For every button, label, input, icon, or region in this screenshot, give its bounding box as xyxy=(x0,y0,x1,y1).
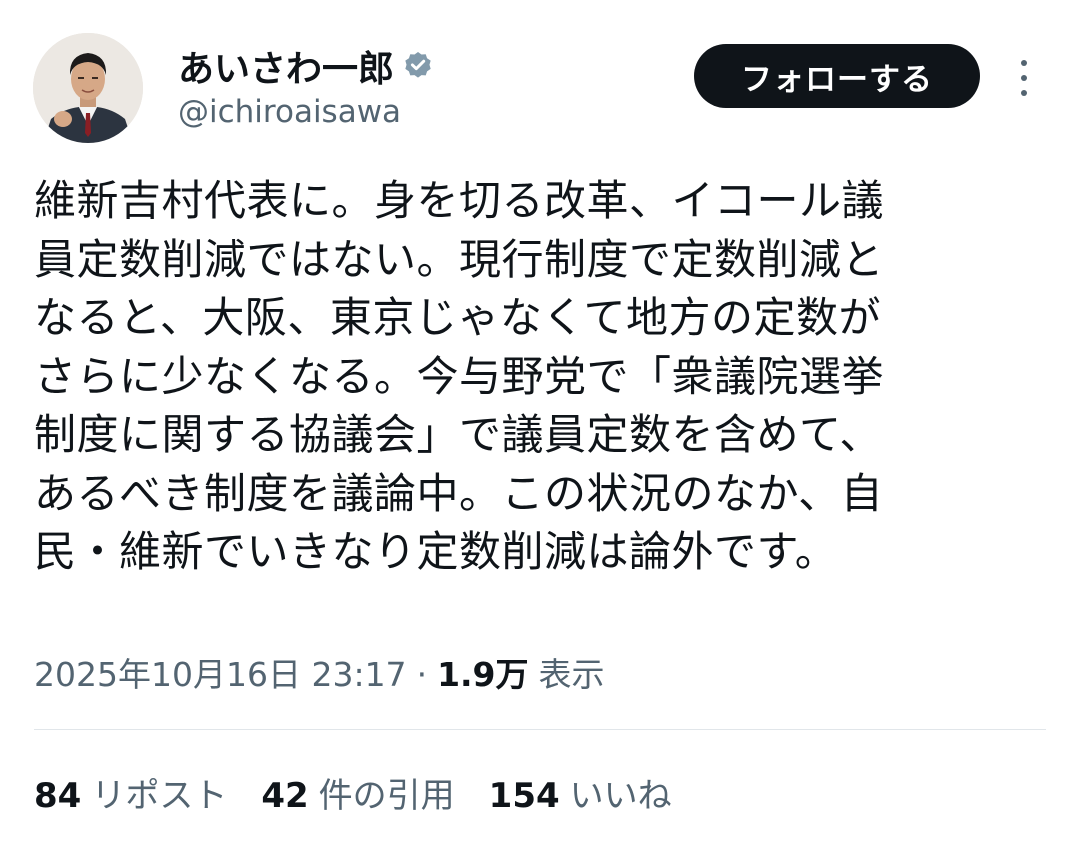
likes-stat[interactable]: 154 いいね xyxy=(489,768,672,817)
tweet-text-line: 維新吉村代表に。身を切る改革、イコール議 xyxy=(34,176,885,225)
tweet-text-line: あるべき制度を議論中。この状況のなか、自 xyxy=(34,468,884,518)
tweet-timestamp[interactable]: 2025年10月16日 23:17 xyxy=(34,648,407,696)
tweet-meta: 2025年10月16日 23:17 · 1.9万 表示 xyxy=(34,648,605,696)
follow-button[interactable]: フォローする xyxy=(694,44,980,108)
reposts-stat[interactable]: 84 リポスト xyxy=(34,768,227,817)
tweet-text-line: 民・維新でいきなり定数削減は論外です。 xyxy=(34,527,838,576)
verified-badge-icon xyxy=(402,50,434,82)
quotes-label: 件の引用 xyxy=(318,776,455,816)
reposts-label: リポスト xyxy=(91,776,228,816)
engagement-stats: 84 リポスト 42 件の引用 154 いいね xyxy=(34,768,706,817)
more-options-icon[interactable] xyxy=(1012,60,1036,96)
meta-separator: · xyxy=(416,655,428,694)
tweet-text-line: 員定数削減ではない。現行制度で定数削減と xyxy=(34,234,885,284)
tweet-text-line: なると、大阪、東京じゃなくて地方の定数が xyxy=(34,293,882,342)
views-label: 表示 xyxy=(538,655,605,694)
quotes-count: 42 xyxy=(261,776,309,816)
tweet-text-line: さらに少なくなる。今与野党で「衆議院選挙 xyxy=(34,351,885,401)
likes-count: 154 xyxy=(488,776,560,816)
avatar[interactable] xyxy=(33,33,143,143)
avatar-portrait xyxy=(33,33,143,143)
divider xyxy=(34,729,1046,730)
tweet-text: 維新吉村代表に。身を切る改革、イコール議 員定数削減ではない。現行制度で定数削減… xyxy=(34,172,1044,582)
views-count: 1.9万 xyxy=(437,655,529,694)
author-name[interactable]: あいさわ一郎 xyxy=(178,40,394,92)
reposts-count: 84 xyxy=(34,776,82,816)
tweet-text-line: 制度に関する協議会」で議員定数を含めて、 xyxy=(34,410,882,459)
likes-label: いいね xyxy=(569,776,672,816)
author-handle[interactable]: @ichiroaisawa xyxy=(178,94,401,130)
quotes-stat[interactable]: 42 件の引用 xyxy=(261,768,454,817)
author-name-row[interactable]: あいさわ一郎 xyxy=(178,40,434,92)
tweet-card: あいさわ一郎 @ichiroaisawa フォローする 維新吉村代表に。身を切る… xyxy=(0,0,1080,841)
